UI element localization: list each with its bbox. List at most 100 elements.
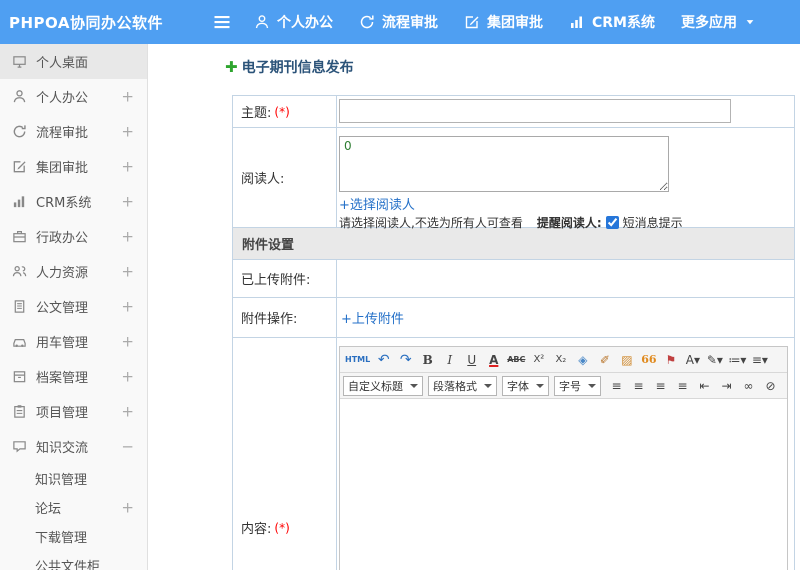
subject-row: 主题: (*) (233, 96, 794, 128)
unlink-button[interactable]: ⊘ (760, 376, 781, 396)
link-button[interactable]: ∞ (738, 376, 759, 396)
expand-toggle[interactable]: + (121, 299, 134, 314)
process-icon (359, 14, 375, 30)
redo-button[interactable]: ↷ (395, 350, 416, 370)
align-center-button[interactable]: ≡ (628, 376, 649, 396)
text-color-dropdown[interactable]: A▾ (682, 350, 703, 370)
format-painter-button[interactable]: ✐ (594, 350, 615, 370)
sidebar-subitem-public-cabinet[interactable]: 公共文件柜 (0, 551, 147, 570)
person-icon (254, 14, 270, 30)
justify-button[interactable]: ≡ (672, 376, 693, 396)
sidebar-subitem-download-mgmt[interactable]: 下载管理 (0, 522, 147, 551)
sidebar-item-group-approval[interactable]: 集团审批 + (0, 149, 147, 184)
expand-toggle[interactable]: + (121, 194, 134, 209)
subject-label-cell: 主题: (*) (233, 96, 337, 127)
sidebar-item-hr[interactable]: 人力资源 + (0, 254, 147, 289)
subject-input[interactable] (339, 99, 731, 123)
required-mark: (*) (274, 520, 290, 535)
sidebar-subitem-label: 公共文件柜 (35, 560, 101, 570)
sidebar-item-workflow-approval[interactable]: 流程审批 + (0, 114, 147, 149)
expand-toggle[interactable]: + (121, 264, 134, 279)
paragraph-format-select[interactable]: 段落格式 (428, 375, 497, 396)
nav-personal-office[interactable]: 个人办公 (254, 12, 333, 32)
number-list-dropdown[interactable]: ≡▾ (749, 350, 770, 370)
remove-format-button[interactable]: ◈ (572, 350, 593, 370)
expand-toggle[interactable]: + (121, 404, 134, 419)
sidebar-item-label: 档案管理 (36, 371, 89, 386)
sidebar-item-document-mgmt[interactable]: 公文管理 + (0, 289, 147, 324)
superscript-button[interactable]: X² (528, 350, 549, 370)
expand-toggle[interactable]: + (121, 369, 134, 384)
font-family-select[interactable]: 字体 (502, 375, 549, 396)
expand-toggle[interactable]: + (121, 89, 134, 104)
editor-toolbar-row2-icons: ≡≡≡≡⇤⇥∞⊘▦▤☺ (606, 376, 787, 396)
readers-textarea[interactable]: 0 (339, 136, 669, 192)
sidebar-item-desktop[interactable]: 个人桌面 (0, 44, 147, 79)
sidebar-item-admin-office[interactable]: 行政办公 + (0, 219, 147, 254)
sidebar-item-project-mgmt[interactable]: 项目管理 + (0, 394, 147, 429)
editor-content-area[interactable] (340, 399, 787, 570)
archive-box-icon (12, 369, 27, 384)
sidebar-item-label: CRM系统 (36, 196, 92, 211)
upload-attachment-link[interactable]: +上传附件 (341, 308, 404, 327)
content-row: 内容: (*) HTML ↶ ↷ B I U A ABC X² X₂ ◈ ✐ ▨ 66 ⚑ A▾ ✎▾ ≔▾ ≡▾ … (233, 338, 794, 570)
subscript-button[interactable]: X₂ (550, 350, 571, 370)
indent-button[interactable]: ⇥ (716, 376, 737, 396)
menu-button[interactable] (200, 12, 244, 32)
chevron-down-icon (410, 383, 418, 392)
flag-button[interactable]: ⚑ (660, 350, 681, 370)
sidebar-subitem-forum[interactable]: 论坛 + (0, 493, 147, 522)
fill-color-button[interactable]: ▨ (616, 350, 637, 370)
size-select-value: 字号 (559, 379, 581, 393)
strikethrough-button[interactable]: ABC (505, 350, 527, 370)
sidebar-item-label: 人力资源 (36, 266, 89, 281)
bold-button[interactable]: B (417, 350, 438, 370)
subject-field-cell (337, 96, 794, 127)
nav-more-apps[interactable]: 更多应用 (681, 12, 756, 32)
font-size-select[interactable]: 字号 (554, 375, 601, 396)
person-icon (12, 89, 27, 104)
blockquote-button[interactable]: 66 (638, 350, 659, 370)
bar-chart-icon (12, 194, 27, 209)
font-select-value: 字体 (507, 379, 529, 393)
image-button[interactable]: ▦ (782, 376, 788, 396)
html-source-button[interactable]: HTML (343, 350, 372, 370)
sidebar-item-personal-office[interactable]: 个人办公 + (0, 79, 147, 114)
sidebar-subitem-knowledge-mgmt[interactable]: 知识管理 (0, 464, 147, 493)
expand-toggle[interactable]: + (121, 334, 134, 349)
sidebar-item-archive-mgmt[interactable]: 档案管理 + (0, 359, 147, 394)
outdent-button[interactable]: ⇤ (694, 376, 715, 396)
editor-toolbar-row1: HTML ↶ ↷ B I U A ABC X² X₂ ◈ ✐ ▨ 66 ⚑ A▾ ✎▾ ≔▾ ≡▾ (340, 347, 787, 373)
collapse-toggle[interactable]: − (121, 439, 134, 454)
italic-button[interactable]: I (439, 350, 460, 370)
nav-group-approval[interactable]: 集团审批 (464, 12, 543, 32)
nav-workflow-approval[interactable]: 流程审批 (359, 12, 438, 32)
sidebar-item-label: 个人办公 (36, 91, 89, 106)
align-right-button[interactable]: ≡ (650, 376, 671, 396)
chevron-down-icon (484, 383, 492, 392)
attachment-section-title: 附件设置 (242, 238, 295, 253)
expand-toggle[interactable]: + (121, 229, 134, 244)
sidebar-item-knowledge-exchange[interactable]: 知识交流 − (0, 429, 147, 464)
expand-toggle[interactable]: + (121, 500, 134, 515)
nav-label: 更多应用 (681, 15, 737, 31)
sidebar-item-crm[interactable]: CRM系统 + (0, 184, 147, 219)
align-left-button[interactable]: ≡ (606, 376, 627, 396)
heading-select[interactable]: 自定义标题 (343, 375, 423, 396)
font-color-button[interactable]: A (483, 350, 504, 370)
readers-row: 阅读人: 0 +选择阅读人 请选择阅读人,不选为所有人可查看 提醒阅读人: 短消… (233, 128, 794, 230)
uploaded-label-cell: 已上传附件: (233, 260, 337, 297)
expand-toggle[interactable]: + (121, 159, 134, 174)
chat-bubble-icon (12, 439, 27, 454)
bullet-list-dropdown[interactable]: ≔▾ (726, 350, 748, 370)
expand-toggle[interactable]: + (121, 124, 134, 139)
undo-button[interactable]: ↶ (373, 350, 394, 370)
top-nav: 个人办公 流程审批 集团审批 CRM系统 更多应用 (254, 12, 756, 32)
editor-toolbar-row2: 自定义标题 段落格式 字体 字号 ≡ ≡ ≡ ≡ ⇤ ⇥ ∞ ⊘ (340, 373, 787, 399)
highlight-dropdown[interactable]: ✎▾ (704, 350, 725, 370)
sidebar-item-vehicle-mgmt[interactable]: 用车管理 + (0, 324, 147, 359)
nav-crm[interactable]: CRM系统 (569, 12, 655, 32)
select-readers-link[interactable]: +选择阅读人 (339, 194, 415, 213)
underline-button[interactable]: U (461, 350, 482, 370)
sms-notify-checkbox[interactable] (605, 216, 619, 229)
